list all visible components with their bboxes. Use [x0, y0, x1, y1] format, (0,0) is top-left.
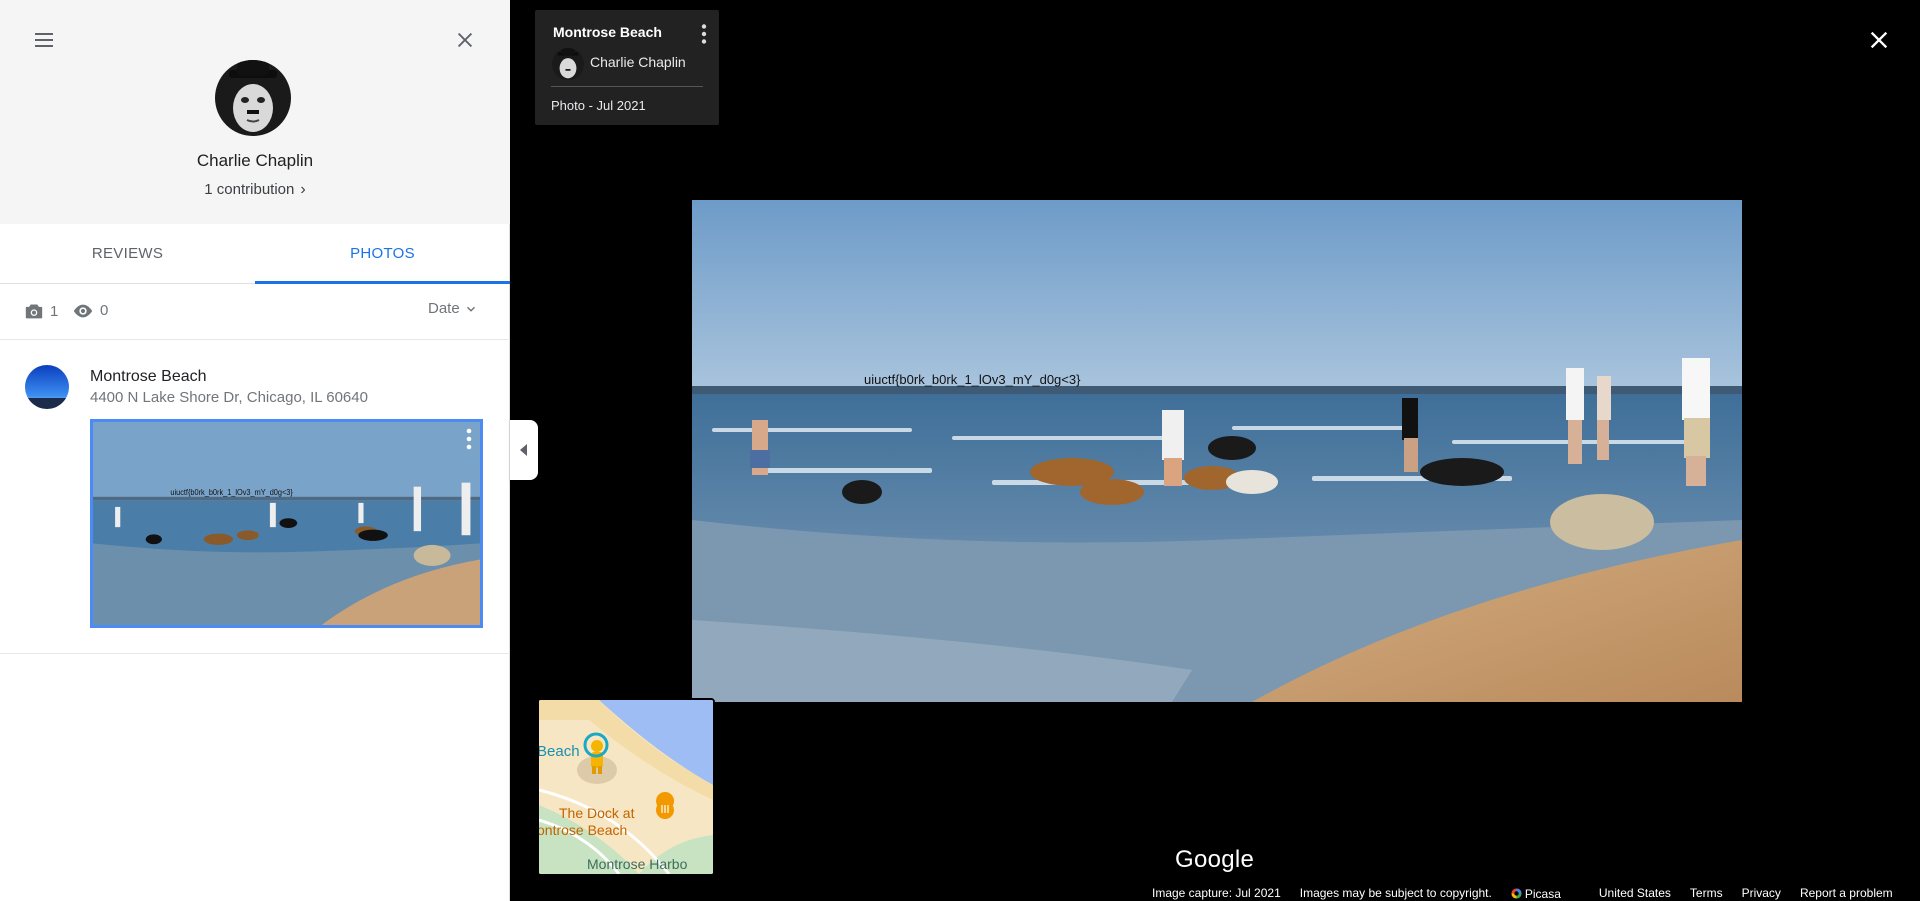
report-problem-link[interactable]: Report a problem — [1800, 886, 1893, 901]
photo-count: 1 — [24, 302, 58, 320]
photo-date: Photo - Jul 2021 — [551, 98, 646, 113]
chevron-right-icon: › — [300, 181, 306, 198]
contributor-panel: Charlie Chaplin 1 contribution › REVIEWS … — [0, 0, 510, 901]
picasa-icon — [1511, 888, 1522, 899]
contributions-link[interactable]: 1 contribution › — [0, 181, 510, 199]
photo-thumbnail[interactable]: uiuctf{b0rk_b0rk_1_lOv3_mY_d0g<3} — [90, 419, 483, 628]
terms-link[interactable]: Terms — [1690, 886, 1723, 901]
avatar[interactable] — [215, 60, 291, 136]
hamburger-menu-icon — [35, 33, 53, 47]
place-address: 4400 N Lake Shore Dr, Chicago, IL 60640 — [90, 389, 368, 406]
picasa-label: Picasa — [1524, 886, 1561, 901]
tab-photos[interactable]: PHOTOS — [255, 224, 510, 284]
footer: Image capture: Jul 2021 Images may be su… — [1152, 886, 1912, 901]
close-viewer-button[interactable] — [1859, 20, 1899, 60]
map-label-dock-line1: The Dock at — [559, 805, 635, 821]
main-photo[interactable]: uiuctf{b0rk_b0rk_1_lOv3_mY_d0g<3} — [692, 200, 1742, 702]
sort-label: Date — [428, 300, 460, 317]
close-icon — [457, 32, 473, 48]
close-icon — [1870, 31, 1888, 49]
photo-count-value: 1 — [50, 302, 59, 320]
info-more-options-button[interactable] — [701, 24, 707, 49]
profile-name: Charlie Chaplin — [196, 151, 314, 170]
tab-bar: REVIEWS PHOTOS — [0, 224, 510, 284]
picasa-link[interactable]: Picasa — [1511, 886, 1580, 901]
camera-icon — [25, 304, 43, 319]
photo-info-card: Montrose Beach Charlie Chaplin Photo - J… — [535, 10, 719, 125]
chevron-down-icon — [466, 306, 475, 312]
place-name: Montrose Beach — [553, 24, 662, 40]
contributions-label: 1 contribution — [204, 181, 295, 198]
more-vert-icon — [701, 24, 707, 44]
author-name[interactable]: Charlie Chaplin — [590, 54, 686, 70]
privacy-link[interactable]: Privacy — [1742, 886, 1781, 901]
copyright-notice: Images may be subject to copyright. — [1299, 886, 1492, 900]
map-label-dock-line2: ontrose Beach — [539, 822, 627, 838]
chevron-left-icon — [520, 444, 527, 456]
author-avatar[interactable] — [552, 48, 584, 80]
map-label-beach: Beach — [539, 743, 580, 760]
place-title[interactable]: Montrose Beach — [90, 368, 207, 386]
image-capture-date: Image capture: Jul 2021 — [1152, 886, 1281, 900]
google-logo: Google — [1175, 846, 1255, 873]
sort-dropdown[interactable]: Date — [428, 300, 478, 317]
view-count: 0 — [72, 302, 108, 319]
close-panel-button[interactable] — [445, 20, 485, 60]
thumbnail-caption: uiuctf{b0rk_b0rk_1_lOv3_mY_d0g<3} — [170, 487, 293, 496]
photo-caption: uiuctf{b0rk_b0rk_1_lOv3_mY_d0g<3} — [864, 372, 1081, 387]
mini-map[interactable]: Beach The Dock at ontrose Beach Montrose… — [537, 698, 715, 876]
more-vert-icon — [466, 428, 472, 450]
list-item: Montrose Beach 4400 N Lake Shore Dr, Chi… — [0, 340, 510, 654]
more-options-button[interactable] — [466, 428, 472, 455]
menu-button[interactable] — [24, 20, 64, 60]
collapse-panel-button[interactable] — [510, 420, 538, 480]
map-label-harbor: Montrose Harbo — [587, 856, 688, 872]
view-count-value: 0 — [100, 302, 109, 319]
country-link[interactable]: United States — [1599, 886, 1671, 901]
profile-header: Charlie Chaplin 1 contribution › — [0, 0, 510, 224]
divider — [551, 86, 703, 87]
eye-icon — [73, 304, 93, 317]
tab-reviews[interactable]: REVIEWS — [0, 224, 255, 283]
stats-bar: 1 0 Date — [0, 284, 510, 340]
place-avatar[interactable] — [25, 365, 69, 409]
